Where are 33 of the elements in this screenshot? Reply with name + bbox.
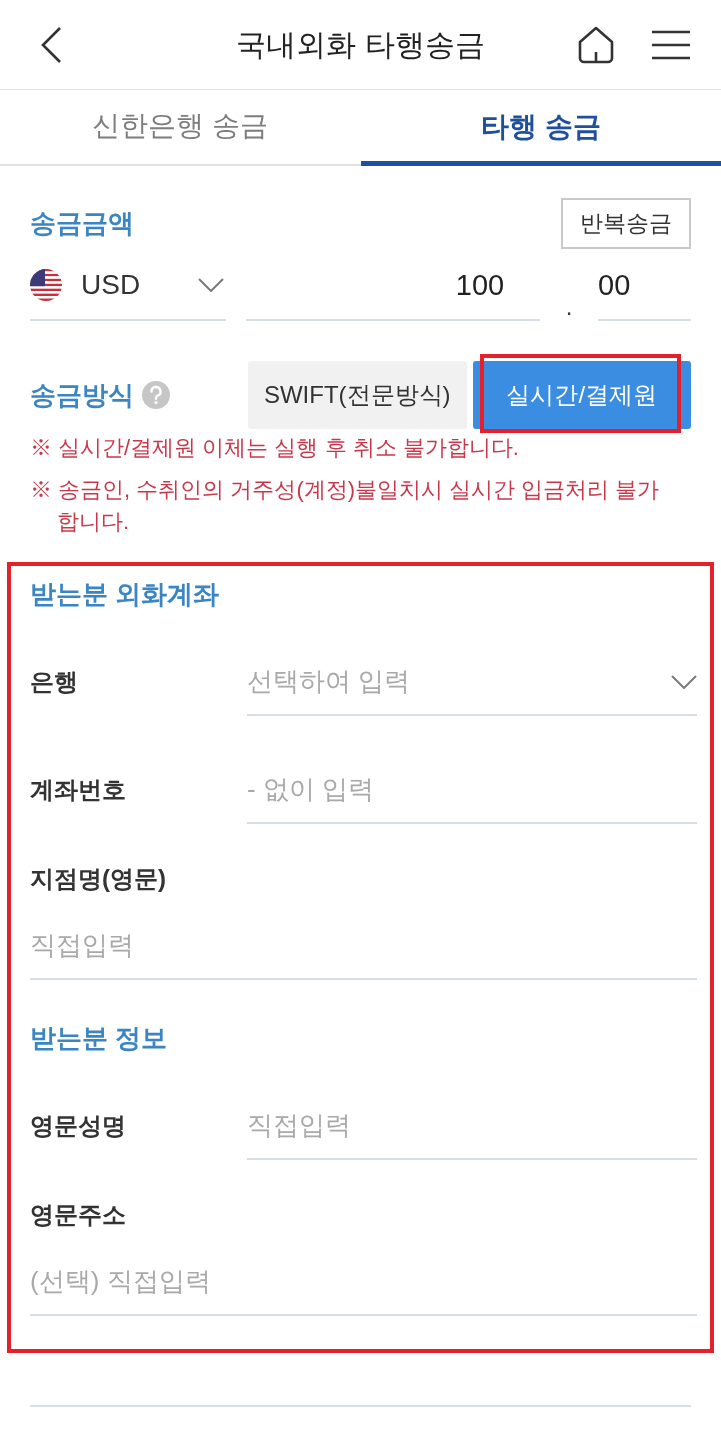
transfer-method-button[interactable]: SWIFT(전문방식) [248, 361, 467, 429]
field-label: 영문성명 [30, 1111, 126, 1141]
home-icon [576, 24, 616, 65]
field-label: 지점명(영문) [30, 864, 166, 894]
section-title: 송금금액 [30, 206, 134, 240]
menu-button[interactable] [652, 28, 690, 61]
tab[interactable]: 신한은행 송금 [0, 90, 361, 164]
text-input-field[interactable]: 직접입력 [247, 1092, 697, 1160]
home-button[interactable] [576, 24, 616, 65]
section-title: 송금방식 [30, 378, 134, 412]
currency-select[interactable]: USD [30, 251, 227, 321]
text-input-field[interactable]: - 없이 입력 [247, 756, 697, 824]
amount-input-field[interactable]: 100 [246, 251, 541, 321]
text-input-field[interactable]: (선택) 직접입력 [30, 1248, 697, 1316]
notice-text: ※ 송금인, 수취인의 거주성(계정)불일치시 실시간 입금처리 불가합니다. [30, 476, 661, 536]
field-label: 영문주소 [30, 1200, 126, 1230]
tab[interactable]: 타행 송금 [360, 90, 721, 166]
decimal-input-field[interactable]: 00 [598, 251, 691, 321]
flag-icon [30, 269, 62, 301]
notice-text: ※ 실시간/결제원 이체는 실행 후 취소 불가합니다. [30, 434, 520, 462]
chevron-down-icon [671, 675, 697, 689]
select-field[interactable]: 선택하여 입력 [247, 648, 697, 716]
section-title: 받는분 정보 [30, 1022, 168, 1055]
text-input-field[interactable]: 직접입력 [30, 912, 697, 980]
menu-icon [652, 29, 690, 60]
back-chevron-icon [40, 25, 62, 64]
repeat-transfer-button[interactable]: 반복송금 [561, 197, 691, 249]
section-title: 받는분 외화계좌 [30, 578, 220, 611]
chevron-down-icon [198, 278, 225, 292]
page-title: 국내외화 타행송금 [236, 27, 485, 63]
field-label: 계좌번호 [30, 775, 126, 805]
decimal-point: . [565, 295, 573, 319]
field-label: 은행 [30, 667, 78, 697]
